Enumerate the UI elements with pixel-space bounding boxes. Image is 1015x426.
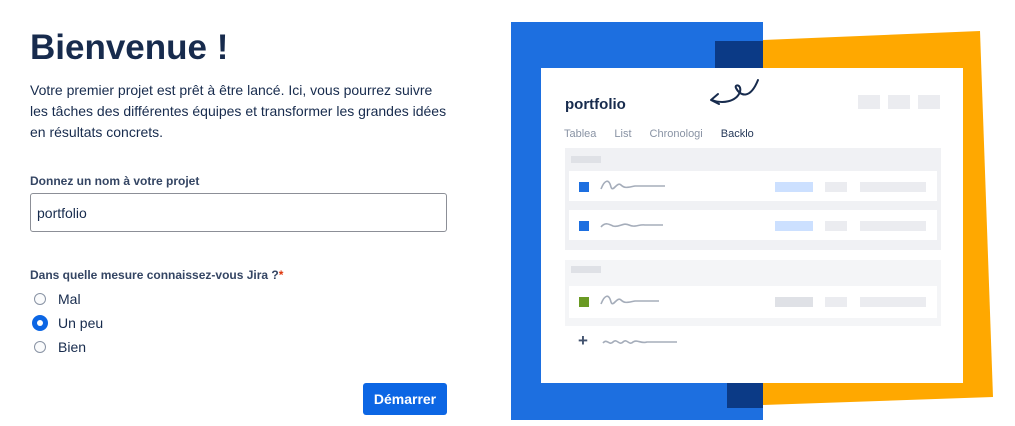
- scribble: [600, 223, 663, 228]
- radio-option-label: Bien: [58, 339, 87, 355]
- radio-option-mal[interactable]: Mal: [34, 289, 81, 309]
- placeholder-bar: [825, 182, 847, 192]
- preview-tab: List: [614, 128, 632, 140]
- placeholder-bar: [860, 297, 926, 307]
- experience-label: Dans quelle mesure connaissez-vous Jira …: [30, 268, 283, 282]
- preview-tab: Tablea: [564, 128, 597, 140]
- status-pill: [775, 221, 813, 231]
- radio-option-label: Mal: [58, 291, 81, 307]
- radio-option-un-peu[interactable]: Un peu: [32, 313, 104, 333]
- placeholder-bar: [860, 221, 926, 231]
- status-pill: [775, 297, 813, 307]
- page-title: Bienvenue !: [30, 28, 229, 67]
- preview-issue-row: [569, 210, 937, 240]
- radio-option-label: Un peu: [58, 315, 104, 331]
- required-marker: *: [278, 268, 284, 282]
- preview-tab-active: Backlo: [720, 128, 754, 140]
- placeholder-bar: [860, 182, 926, 192]
- preview-sprint-section: [565, 148, 941, 250]
- scribble: [600, 295, 659, 305]
- start-button[interactable]: Démarrer: [363, 383, 447, 415]
- preview-toolbar-button: [918, 95, 940, 109]
- scribble: [600, 180, 665, 190]
- issue-type-icon: [579, 297, 589, 307]
- board-preview-card: portfolio Tablea List Chronologi Backlo: [541, 68, 963, 383]
- section-header-bar: [571, 266, 601, 273]
- preview-issue-row: [569, 286, 937, 318]
- preview-title: portfolio: [565, 96, 626, 113]
- navy-accent-bottom: [727, 383, 763, 408]
- status-pill: [775, 182, 813, 192]
- intro-text: Votre premier projet est prêt à être lan…: [30, 82, 447, 140]
- radio-button-selected[interactable]: [32, 315, 48, 331]
- preview-tab: Chronologi: [649, 128, 703, 140]
- issue-type-icon: [579, 221, 589, 231]
- plus-icon: +: [578, 331, 588, 350]
- scribble: [602, 340, 677, 344]
- radio-button[interactable]: [34, 341, 46, 353]
- arrow-icon: [710, 79, 759, 105]
- project-name-input[interactable]: [30, 193, 447, 232]
- preview-backlog-section: [565, 260, 941, 326]
- preview-issue-row: [569, 171, 937, 201]
- placeholder-bar: [825, 297, 847, 307]
- project-name-label: Donnez un nom à votre projet: [30, 174, 200, 188]
- navy-accent-top: [715, 41, 763, 69]
- placeholder-bar: [825, 221, 847, 231]
- preview-toolbar-button: [858, 95, 880, 109]
- preview-toolbar-button: [888, 95, 910, 109]
- radio-button[interactable]: [34, 293, 46, 305]
- blue-shape: [511, 22, 763, 420]
- experience-label-text: Dans quelle mesure connaissez-vous Jira …: [30, 268, 279, 282]
- section-header-bar: [571, 156, 601, 163]
- issue-type-icon: [579, 182, 589, 192]
- preview-tabs: Tablea List Chronologi Backlo: [564, 128, 772, 140]
- radio-option-bien[interactable]: Bien: [34, 337, 86, 357]
